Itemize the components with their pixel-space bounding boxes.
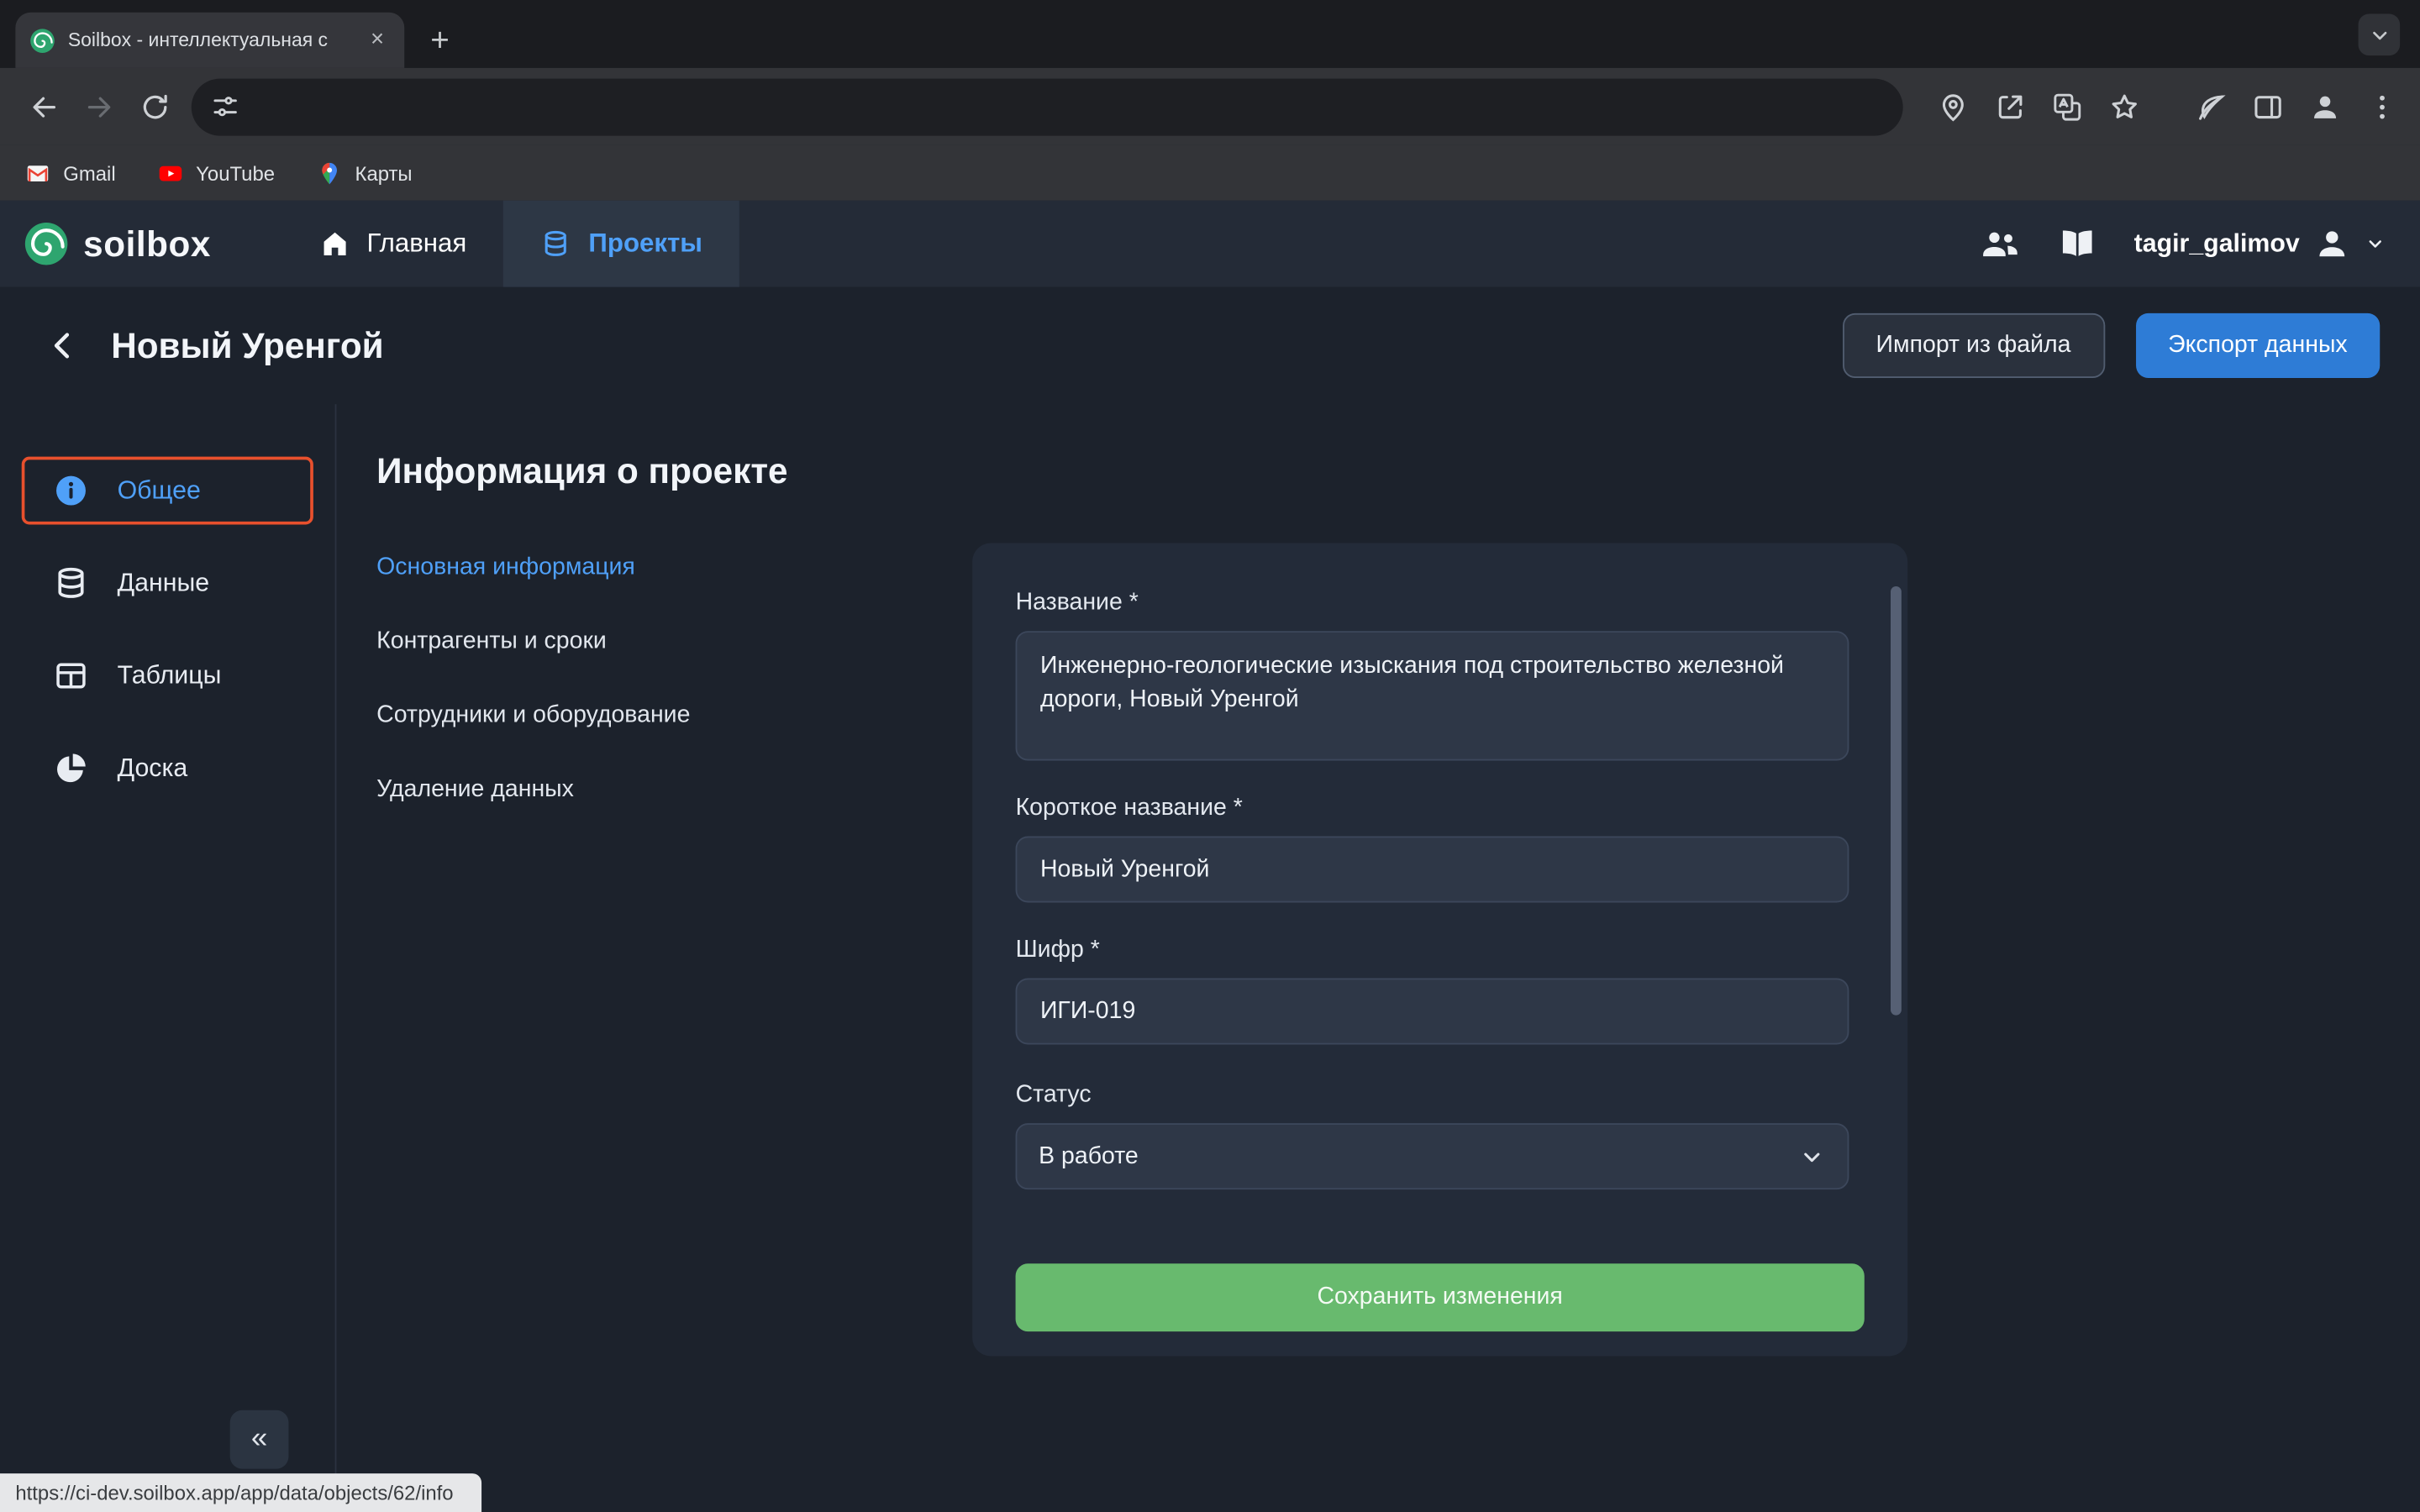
tab-search-chevron-icon[interactable]: [2359, 14, 2401, 56]
status-url-bubble: https://ci-dev.soilbox.app/app/data/obje…: [0, 1473, 481, 1512]
status-label: Статус: [1016, 1082, 1865, 1110]
nav-label: Главная: [366, 228, 466, 260]
status-value: В работе: [1039, 1142, 1139, 1170]
chevron-down-icon: [1798, 1142, 1826, 1170]
user-avatar-icon: [2313, 225, 2350, 262]
project-info-section: Информация о проекте Основная информация…: [336, 404, 2420, 1512]
soilbox-favicon-icon: [29, 27, 55, 53]
short-name-label: Короткое название *: [1016, 795, 1865, 822]
youtube-icon: [157, 160, 183, 186]
account-menu[interactable]: tagir_galimov: [2134, 225, 2386, 262]
home-icon: [319, 228, 350, 260]
page-header: Новый Уренгой Импорт из файла Экспорт да…: [0, 287, 2420, 405]
sidebar-item-label: Общее: [118, 476, 201, 506]
short-name-input[interactable]: [1016, 837, 1849, 903]
browser-toolbar: [0, 68, 2420, 145]
sidebar-item-board[interactable]: Доска: [0, 734, 335, 802]
section-title: Информация о проекте: [376, 450, 2420, 492]
maps-pin-icon: [317, 160, 343, 186]
bookmark-gmail[interactable]: Gmail: [24, 160, 115, 186]
soilbox-logo[interactable]: soilbox: [0, 221, 242, 267]
bookmark-star-icon[interactable]: [2101, 83, 2147, 129]
sidebar-item-general[interactable]: Общее: [22, 457, 313, 525]
status-select[interactable]: В работе: [1016, 1123, 1849, 1189]
translate-icon[interactable]: [2044, 83, 2090, 129]
nav-item-home[interactable]: Главная: [281, 201, 503, 287]
info-icon: [52, 472, 89, 509]
bookmarks-bar: Gmail YouTube Карты: [0, 145, 2420, 201]
content-area: Общее Данные Таблицы Доска «: [0, 404, 2420, 1512]
page-actions: Импорт из файла Экспорт данных: [1842, 313, 2380, 378]
bookmark-label: Карты: [355, 161, 413, 185]
profile-avatar-icon[interactable]: [2302, 83, 2348, 129]
export-button[interactable]: Экспорт данных: [2136, 313, 2381, 378]
side-panel-icon[interactable]: [2244, 83, 2291, 129]
open-in-new-icon[interactable]: [1986, 83, 2033, 129]
name-label: Название *: [1016, 590, 1865, 617]
forward-icon[interactable]: [71, 79, 126, 134]
back-icon[interactable]: [15, 79, 71, 134]
pie-chart-icon: [52, 750, 89, 787]
new-tab-button[interactable]: +: [417, 15, 463, 67]
card-scrollbar-thumb[interactable]: [1891, 586, 1902, 1016]
database-icon: [540, 228, 571, 260]
nav-label: Проекты: [588, 228, 702, 260]
nav-item-projects[interactable]: Проекты: [503, 201, 739, 287]
page-title: Новый Уренгой: [111, 325, 383, 367]
tab-strip: Soilbox - интеллектуальная с × +: [0, 0, 2420, 68]
sidebar-item-label: Таблицы: [118, 661, 222, 690]
toolbar-actions: [1918, 83, 2405, 129]
browser-window: Soilbox - интеллектуальная с × +: [0, 0, 2420, 1512]
username: tagir_galimov: [2134, 229, 2300, 259]
bookmark-maps[interactable]: Карты: [317, 160, 413, 186]
reload-icon[interactable]: [127, 79, 182, 134]
bookmark-youtube[interactable]: YouTube: [157, 160, 275, 186]
tab-close-icon[interactable]: ×: [364, 27, 390, 53]
sidebar-item-label: Доска: [118, 753, 188, 783]
docs-book-icon[interactable]: [2057, 223, 2097, 264]
project-info-card: Название * Инженерно-геологические изыск…: [972, 543, 1907, 1357]
gmail-icon: [24, 160, 50, 186]
users-icon[interactable]: [1980, 223, 2020, 264]
address-bar[interactable]: [192, 78, 1903, 135]
sidebar-collapse-button[interactable]: «: [230, 1410, 289, 1469]
back-button[interactable]: [40, 323, 87, 369]
sidebar-item-label: Данные: [118, 569, 210, 598]
sidebar-item-data[interactable]: Данные: [0, 549, 335, 617]
soilbox-logo-icon: [24, 221, 70, 267]
main-nav: Главная Проекты: [281, 201, 739, 287]
table-grid-icon: [52, 657, 89, 694]
import-button[interactable]: Импорт из файла: [1842, 313, 2105, 378]
name-textarea[interactable]: Инженерно-геологические изыскания под ст…: [1016, 631, 1849, 760]
browser-menu-kebab-icon[interactable]: [2359, 83, 2405, 129]
code-label: Шифр *: [1016, 937, 1865, 964]
app-header: soilbox Главная Проекты: [0, 201, 2420, 287]
logo-text: soilbox: [83, 223, 211, 265]
save-button[interactable]: Сохранить изменения: [1016, 1263, 1865, 1331]
tab-title: Soilbox - интеллектуальная с: [68, 29, 352, 51]
performance-leaf-icon[interactable]: [2187, 83, 2233, 129]
database-icon: [52, 564, 89, 601]
code-input[interactable]: [1016, 978, 1849, 1044]
tune-icon[interactable]: [210, 91, 241, 122]
project-sidebar: Общее Данные Таблицы Доска «: [0, 404, 336, 1512]
chevron-down-icon: [2365, 233, 2386, 255]
browser-tab[interactable]: Soilbox - интеллектуальная с ×: [15, 13, 404, 68]
header-actions: tagir_galimov: [1980, 223, 2420, 264]
sidebar-item-tables[interactable]: Таблицы: [0, 642, 335, 710]
bookmark-label: YouTube: [196, 161, 275, 185]
location-pin-icon[interactable]: [1929, 83, 1975, 129]
bookmark-label: Gmail: [63, 161, 115, 185]
